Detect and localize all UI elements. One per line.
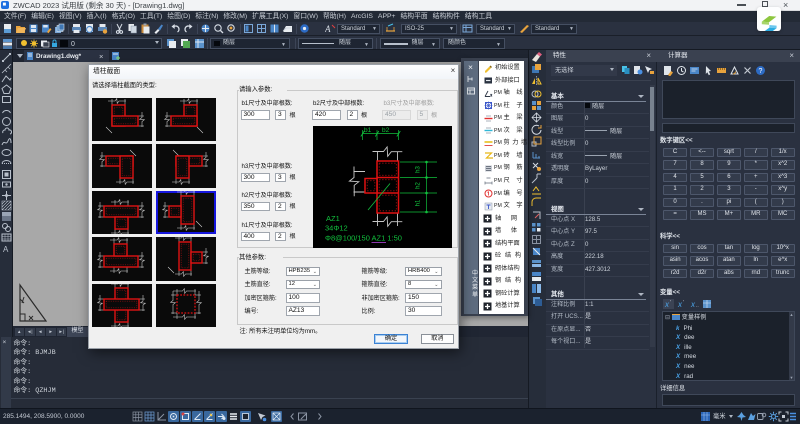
svg-text:b2: b2 [382, 127, 390, 134]
svg-text:h1: h1 [416, 199, 422, 206]
svg-text:': ' [683, 300, 684, 306]
svg-text:AZ1: AZ1 [326, 214, 340, 223]
svg-text:b1: b1 [364, 127, 372, 134]
svg-text:..: .. [696, 303, 699, 309]
svg-text:34Φ12: 34Φ12 [325, 224, 348, 233]
svg-text:Φ8@100/150: Φ8@100/150 [325, 234, 370, 243]
svg-text:A: A [325, 24, 331, 34]
svg-text:A: A [3, 245, 9, 254]
svg-text:AZ1 1:50: AZ1 1:50 [372, 234, 402, 243]
svg-text:h2: h2 [416, 182, 422, 189]
svg-text:0: 0 [71, 41, 75, 48]
svg-text:?: ? [759, 68, 763, 75]
svg-text:': ' [670, 300, 671, 306]
svg-text:h3: h3 [416, 166, 422, 173]
